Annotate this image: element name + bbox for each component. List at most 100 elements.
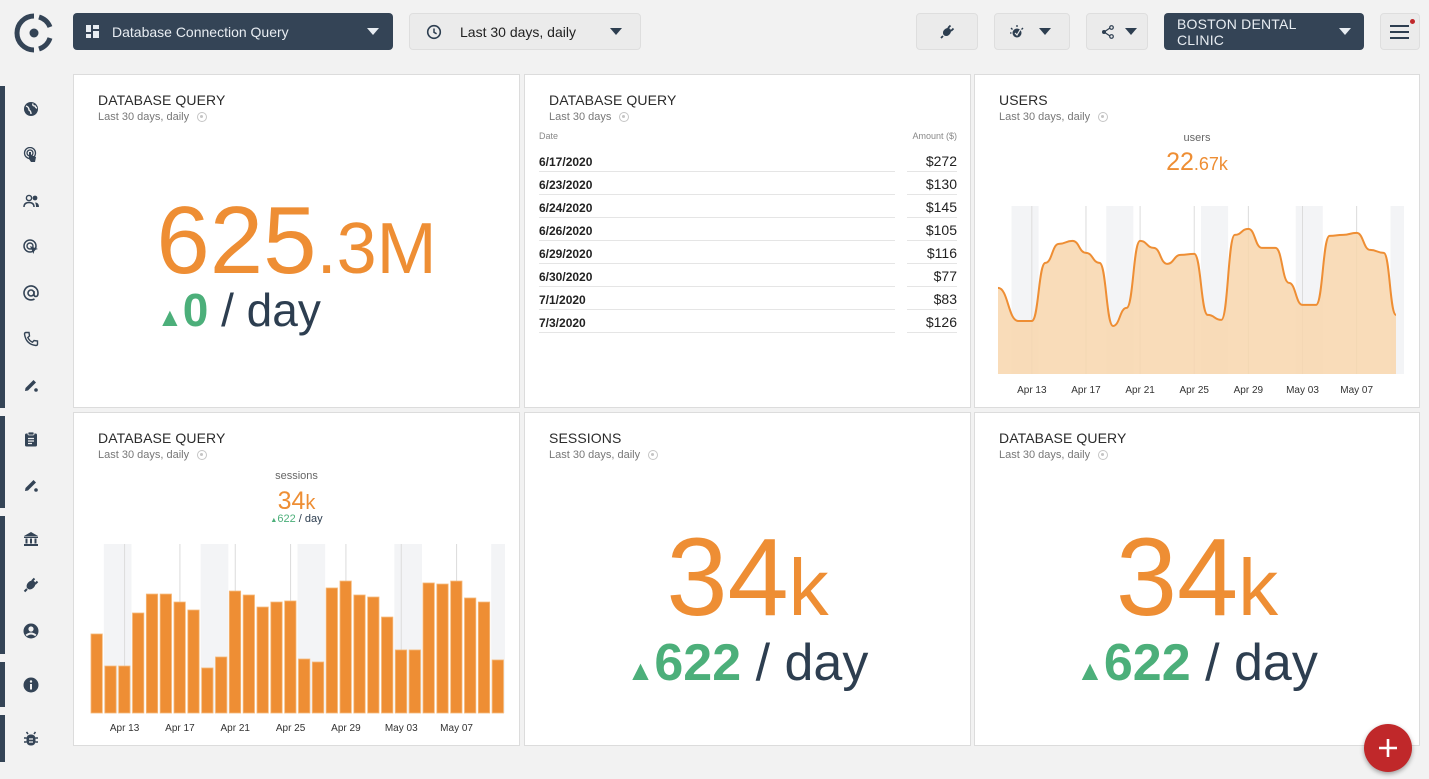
bar[interactable] <box>298 658 311 714</box>
bar[interactable] <box>491 659 504 714</box>
bar[interactable] <box>145 593 159 714</box>
bar[interactable] <box>353 594 366 714</box>
bar[interactable] <box>118 665 131 714</box>
bar[interactable] <box>381 616 394 714</box>
account-icon[interactable] <box>22 622 40 640</box>
organization-select[interactable]: BOSTON DENTAL CLINIC <box>1164 13 1364 50</box>
time-range-select[interactable]: Last 30 days, daily <box>409 13 641 50</box>
metric-delta: ▲622 / day <box>975 637 1419 689</box>
bar[interactable] <box>422 582 435 714</box>
card-users: USERS Last 30 days, daily users 22.67k A… <box>974 74 1420 408</box>
bar[interactable] <box>284 600 297 714</box>
card-subtitle: Last 30 days, daily <box>98 111 208 123</box>
bar[interactable] <box>464 597 477 714</box>
pencil-icon[interactable] <box>22 476 40 494</box>
bar[interactable] <box>104 665 117 714</box>
table-row[interactable]: 6/24/2020 $145 <box>539 195 957 218</box>
bar[interactable] <box>201 667 214 714</box>
plug-icon[interactable] <box>22 576 40 594</box>
table-row[interactable]: 6/23/2020 $130 <box>539 172 957 195</box>
card-database-query-total: DATABASE QUERY Last 30 days, daily 625.3… <box>73 74 520 408</box>
bar[interactable] <box>367 596 380 714</box>
bar[interactable] <box>132 612 145 714</box>
info-icon[interactable] <box>22 676 40 694</box>
cell-amount: $130 <box>907 176 957 195</box>
bug-icon[interactable] <box>22 730 40 748</box>
sessions-bar-chart[interactable]: Apr 13 Apr 17 Apr 21 Apr 25 Apr 29 May 03 May … <box>74 413 521 747</box>
bank-icon[interactable] <box>22 530 40 548</box>
bar[interactable] <box>242 594 255 714</box>
globe-icon[interactable] <box>22 100 40 118</box>
bar[interactable] <box>270 601 283 714</box>
sidebar-group-divider <box>0 86 5 408</box>
card-database-query-sessions-2: DATABASE QUERY Last 30 days, daily 34k ▲… <box>974 412 1420 746</box>
table-row[interactable]: 7/1/2020 $83 <box>539 287 957 310</box>
main-menu-button[interactable] <box>1380 13 1420 50</box>
bar[interactable] <box>450 580 463 714</box>
up-arrow-icon: ▲ <box>1076 655 1104 686</box>
cell-amount: $272 <box>907 153 957 172</box>
metric-delta: ▲622 / day <box>525 637 970 689</box>
card-title: SESSIONS <box>549 430 622 446</box>
x-tick-label: May 03 <box>385 723 418 734</box>
x-tick-label: Apr 13 <box>1017 385 1047 396</box>
add-widget-button[interactable] <box>1364 724 1412 772</box>
x-tick-label: Apr 29 <box>331 723 361 734</box>
bar[interactable] <box>159 593 172 714</box>
theme-button[interactable] <box>994 13 1070 50</box>
bar[interactable] <box>311 661 325 714</box>
column-header-date[interactable]: Date <box>539 131 558 149</box>
card-sessions: SESSIONS Last 30 days, daily 34k ▲622 / … <box>524 412 971 746</box>
at-icon[interactable] <box>22 284 40 302</box>
up-arrow-icon: ▲ <box>626 655 655 686</box>
bar[interactable] <box>436 583 449 714</box>
table-row[interactable]: 6/17/2020 $272 <box>539 149 957 172</box>
dashboard-select[interactable]: Database Connection Query <box>73 13 393 50</box>
table-row[interactable]: 6/26/2020 $105 <box>539 218 957 241</box>
table-row[interactable]: 6/30/2020 $77 <box>539 264 957 287</box>
card-database-query-table: DATABASE QUERY Last 30 days Date Amount … <box>524 74 971 408</box>
touch-icon[interactable] <box>22 146 40 164</box>
table-row[interactable]: 7/3/2020 $126 <box>539 310 957 333</box>
bar[interactable] <box>215 656 228 714</box>
phone-icon[interactable] <box>22 330 40 348</box>
metric-value-decimal: k <box>788 543 829 632</box>
cell-amount: $126 <box>907 314 957 333</box>
bar[interactable] <box>228 590 242 714</box>
bar[interactable] <box>477 601 491 714</box>
bar[interactable] <box>408 649 421 714</box>
sidebar-group-divider <box>0 715 5 762</box>
bar[interactable] <box>339 580 352 714</box>
cell-amount: $116 <box>907 245 957 264</box>
bar[interactable] <box>256 606 269 714</box>
chevron-down-icon <box>1125 28 1137 35</box>
sidebar-group-divider <box>0 516 5 654</box>
x-tick-label: Apr 21 <box>1125 385 1155 396</box>
users-area-chart[interactable]: Apr 13 Apr 17 Apr 21 Apr 25 Apr 29 May 03 May … <box>975 75 1421 409</box>
cursor-target-icon[interactable] <box>22 238 40 256</box>
bar[interactable] <box>394 649 408 714</box>
cell-date: 7/1/2020 <box>539 293 895 310</box>
bar[interactable] <box>325 587 338 714</box>
amount-table: Date Amount ($) 6/17/2020 $272 6/23/2020 $1… <box>539 131 957 333</box>
bar[interactable] <box>173 601 186 714</box>
brightness-icon <box>1010 24 1024 37</box>
bar[interactable] <box>187 609 200 714</box>
live-indicator-icon <box>197 112 208 122</box>
people-icon[interactable] <box>22 192 40 210</box>
column-header-amount[interactable]: Amount ($) <box>912 131 957 149</box>
pencil-icon[interactable] <box>22 376 40 394</box>
plugin-button[interactable] <box>916 13 978 50</box>
bar[interactable] <box>90 633 103 714</box>
share-button[interactable] <box>1086 13 1148 50</box>
clipboard-icon[interactable] <box>22 430 40 448</box>
cell-amount: $83 <box>907 291 957 310</box>
top-bar: Database Connection Query Last 30 days, … <box>0 0 1429 66</box>
notification-dot <box>1410 19 1415 24</box>
card-subtitle-text: Last 30 days <box>549 111 612 123</box>
app-logo[interactable] <box>14 13 54 53</box>
card-title: DATABASE QUERY <box>549 92 677 108</box>
x-tick-label: Apr 17 <box>1071 385 1101 396</box>
cell-date: 6/23/2020 <box>539 178 895 195</box>
table-row[interactable]: 6/29/2020 $116 <box>539 241 957 264</box>
